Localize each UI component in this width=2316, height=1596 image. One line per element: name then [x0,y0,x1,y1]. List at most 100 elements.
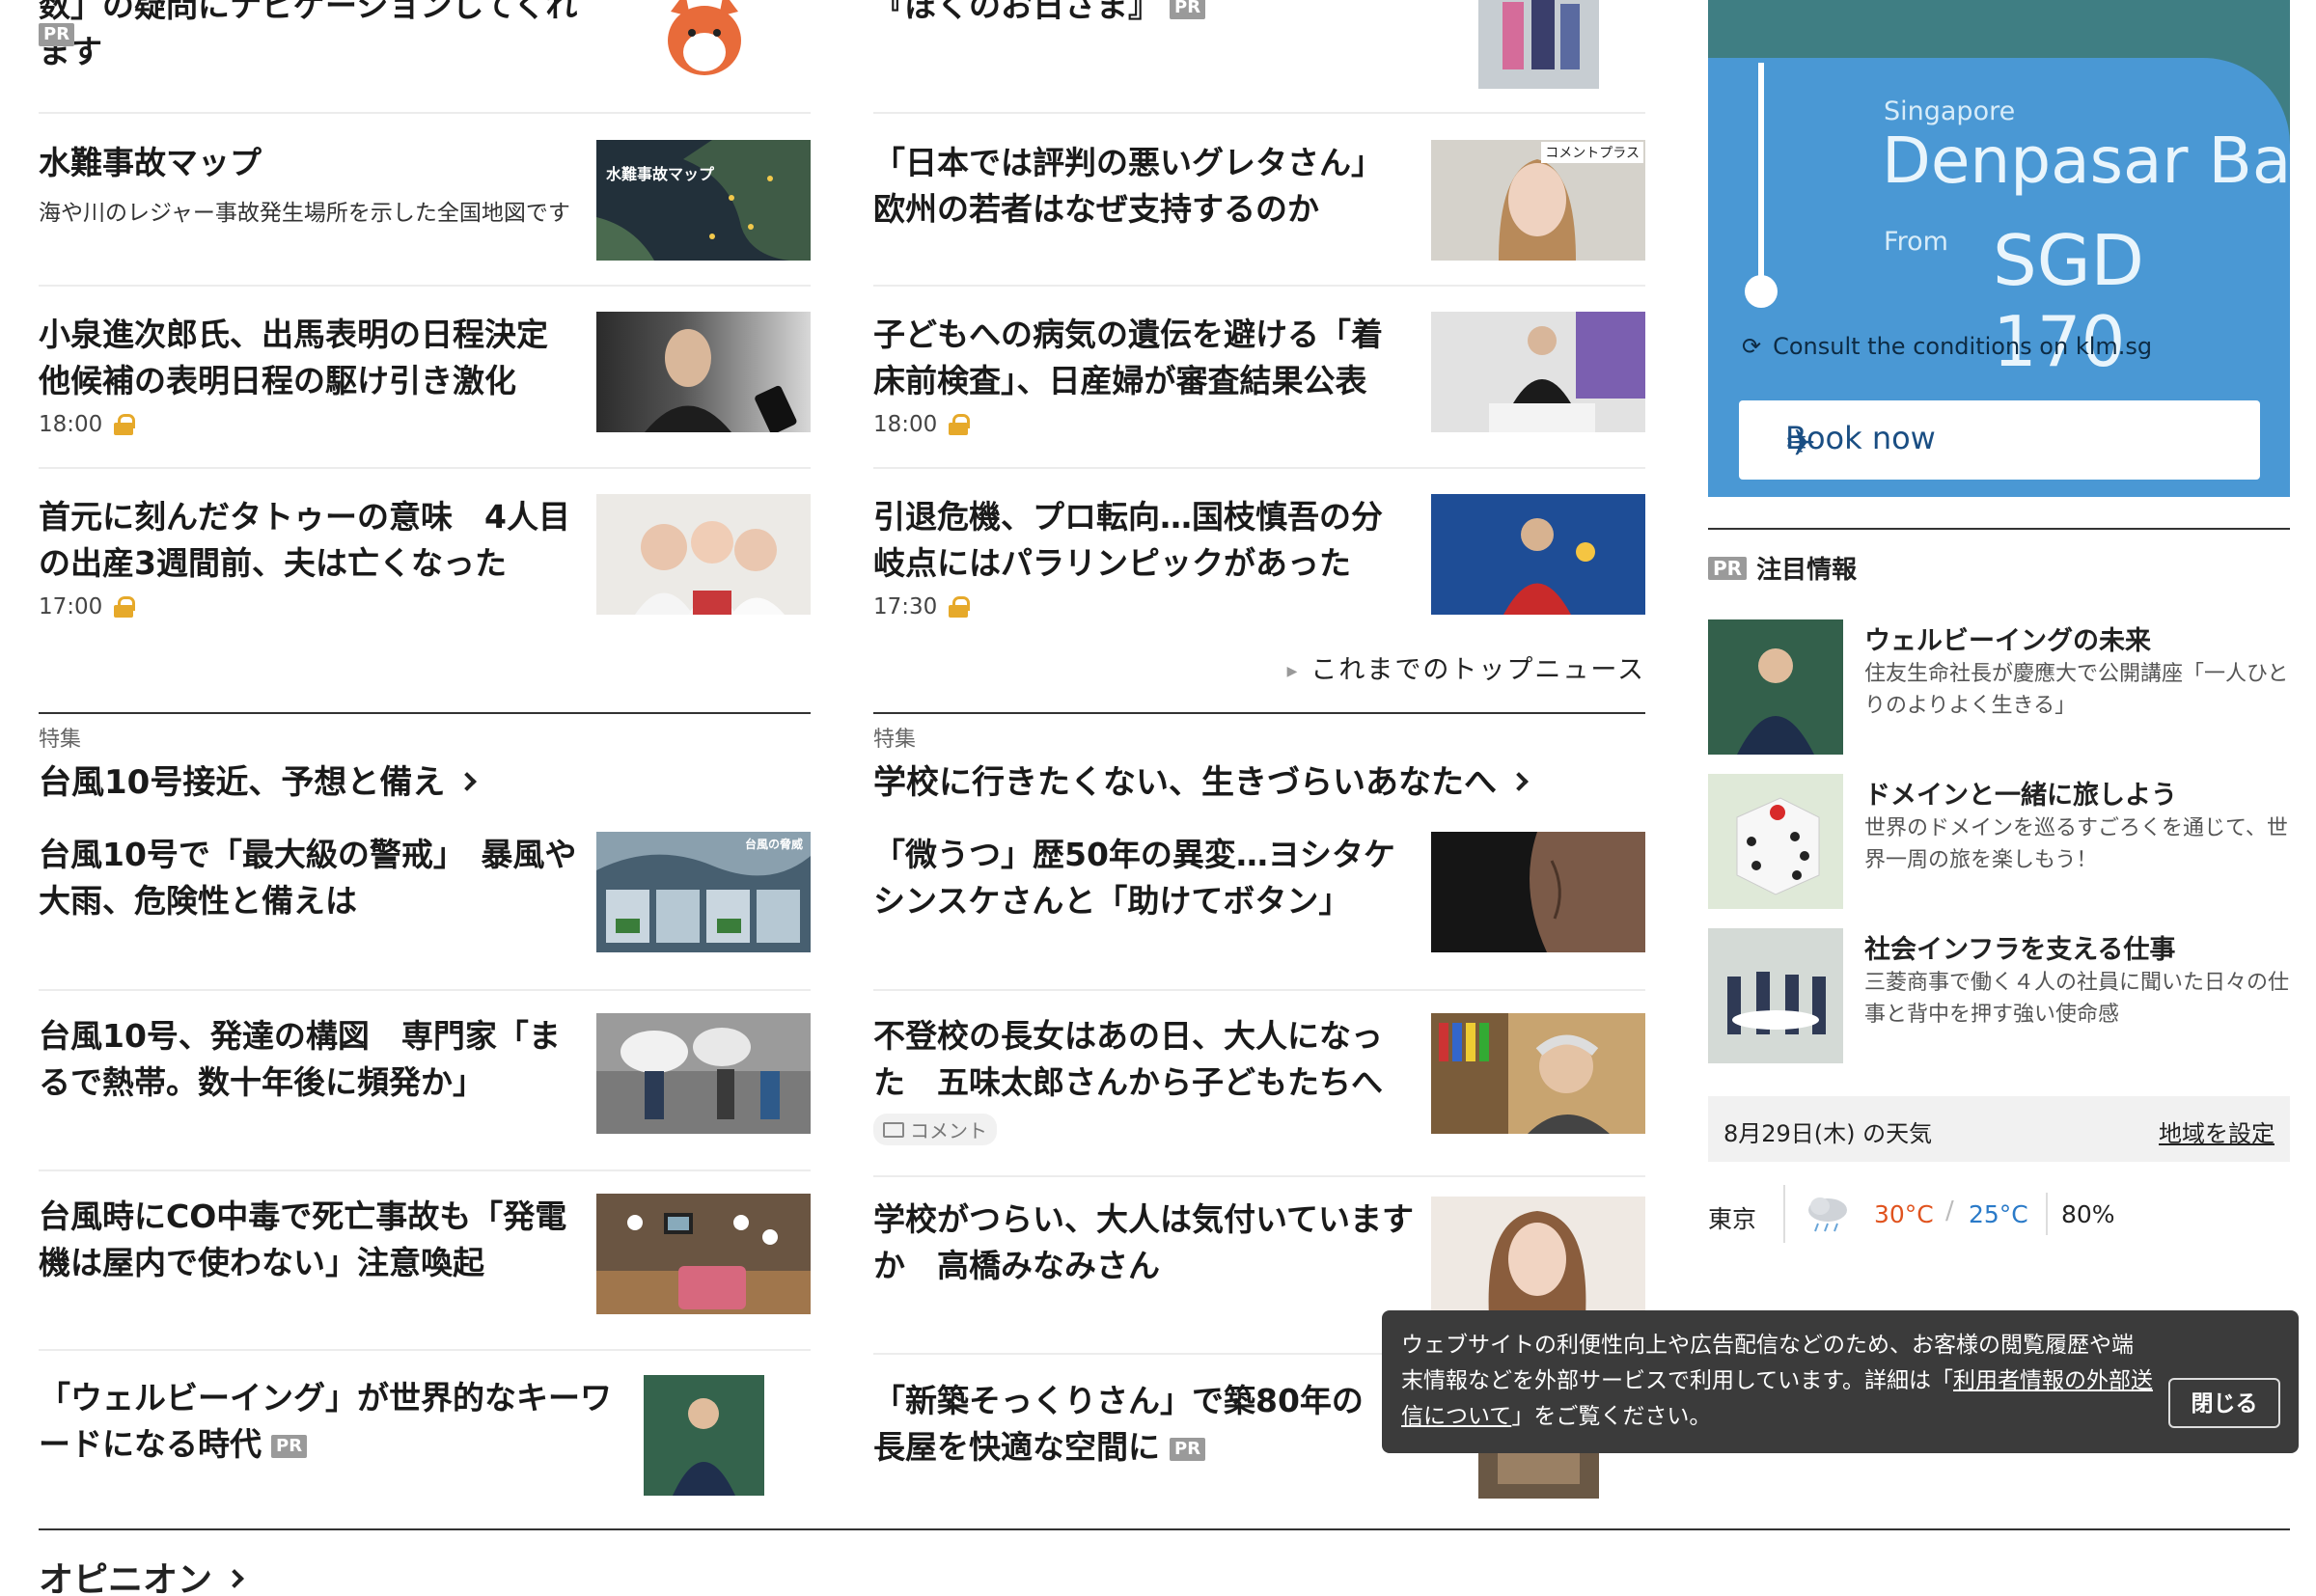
pr-item-title: ドメインと一緒に旅しよう [1864,781,2177,811]
news-title[interactable]: 『ぼくのお日さま』 PR [873,0,1414,29]
news-item[interactable]: 『ぼくのお日さま』 PR [873,0,1645,89]
section-label: 特集 [873,728,917,752]
politician-photo-thumbnail[interactable] [596,312,811,432]
news-item[interactable]: 「微うつ」歴50年の異変…ヨシタケシンスケさんと「助けてボタン」 [873,832,1645,957]
gomi-taro-photo-thumbnail[interactable] [1431,1013,1645,1134]
ad-origin: Singapore [1884,96,2016,126]
news-item[interactable]: 水難事故マップ 海や川のレジャー事故発生場所を示した全国地図です 水難事故マップ [39,140,811,275]
divider [873,285,1645,287]
divider [39,1349,811,1351]
news-item[interactable]: 子どもへの病気の遺伝を避ける「着床前検査」、日産婦が審査結果公表 18:00 [873,312,1645,442]
triangle-right-icon: ▶ [1286,663,1300,679]
top-news-more-link[interactable]: ▶ これまでのトップニュース [1287,648,1645,686]
news-time: 17:00 [39,594,103,619]
news-title[interactable]: 「微うつ」歴50年の異変…ヨシタケシンスケさんと「助けてボタン」 [873,832,1414,924]
airplane-icon: ✈ [1785,422,1816,464]
news-title[interactable]: 「日本では評判の悪いグレタさん」 欧州の若者はなぜ支持するのか [873,140,1414,233]
news-title[interactable]: 引退危機、プロ転向…国枝慎吾の分岐点にはパラリンピックがあった [873,494,1414,587]
ad-from-label: From [1884,227,1948,257]
section-label: 特集 [39,728,82,752]
temp-low: 25°C [1969,1200,2028,1228]
news-title[interactable]: 不登校の長女はあの日、大人になった 五味太郎さんから子どもたちへ [873,1013,1414,1106]
pr-badge: PR [1170,0,1206,19]
pr-item-title: ウェルビーイングの未来 [1864,626,2151,656]
opinion-section-link[interactable]: オピニオン [39,1552,244,1596]
sidebar-rule [1708,528,2290,530]
movie-poster-thumbnail[interactable] [1478,0,1599,89]
divider [873,112,1645,114]
news-title[interactable]: 水難事故マップ [39,140,579,186]
cloud-rain-icon [1803,1191,1853,1241]
news-description: 海や川のレジャー事故発生場所を示した全国地図です [39,201,570,226]
chevron-right-icon [457,771,478,791]
thumbnail-caption: 水難事故マップ [606,165,715,183]
comment-badge[interactable]: コメント [873,1114,997,1145]
set-region-link[interactable]: 地域を設定 [2159,1114,2275,1148]
ad-destination: Denpasar Bali [1882,124,2290,198]
yoshitake-portrait-thumbnail[interactable] [1431,832,1645,952]
lock-icon [949,596,971,618]
section-title-link[interactable]: 台風10号接近、予想と備え [39,756,478,803]
news-item-pr[interactable]: 「ウェルビーイング」が世界的なキーワードになる時代 PR [39,1375,811,1500]
comment-plus-badge: コメントプラス [1541,142,1643,163]
news-title[interactable]: 数」の疑問にナビゲーションしてくれます [39,0,579,75]
news-item[interactable]: 数」の疑問にナビゲーションしてくれます PR [39,0,811,79]
pr-badge: PR [1708,556,1748,580]
drowning-map-thumbnail[interactable]: 水難事故マップ [596,140,811,261]
fox-mascot-image [651,0,758,84]
kunieda-photo-thumbnail[interactable] [1431,494,1645,615]
refresh-icon: ⟳ [1742,333,1762,360]
news-title[interactable]: 台風10号で「最大級の警戒」 暴風や大雨、危険性と備えは [39,832,579,924]
press-conference-thumbnail[interactable] [1431,312,1645,432]
lock-icon [949,414,971,435]
typhoon-infographic-thumbnail[interactable]: 台風の脅威 [596,832,811,952]
news-title[interactable]: 台風10号、発達の構図 専門家「まるで熱帯。数十年後に頻発か」 [39,1013,579,1106]
divider [39,989,811,991]
news-item[interactable]: 引退危機、プロ転向…国枝慎吾の分岐点にはパラリンピックがあった 17:30 [873,494,1645,624]
family-photo-thumbnail[interactable] [596,494,811,615]
pr-item-image [1708,619,1843,755]
speaker-photo-thumbnail[interactable] [644,1375,764,1496]
news-title[interactable]: 子どもへの病気の遺伝を避ける「着床前検査」、日産婦が審査結果公表 [873,312,1414,404]
chevron-right-icon [225,1569,244,1588]
section-title-link[interactable]: 学校に行きたくない、生きづらいあなたへ [873,756,1529,803]
cookie-close-button[interactable]: 閉じる [2168,1378,2280,1428]
temp-separator: / [1945,1197,1954,1225]
divider [873,989,1645,991]
news-title[interactable]: 首元に刻んだタトゥーの意味 4人目の出産3週間前、夫は亡くなった [39,494,579,587]
weather-city: 東京 [1708,1205,1757,1233]
takahashi-portrait-thumbnail[interactable] [1431,1197,1645,1317]
news-item[interactable]: 台風10号、発達の構図 専門家「まるで熱帯。数十年後に頻発か」 [39,1013,811,1139]
comment-icon [883,1121,904,1138]
news-item[interactable]: 小泉進次郎氏、出馬表明の日程決定 他候補の表明日程の駆け引き激化 18:00 [39,312,811,442]
pr-item[interactable]: ドメインと一緒に旅しよう 世界のドメインを巡るすごろくを通じて、世界一周の旅を楽… [1708,774,2290,909]
news-item[interactable]: 学校がつらい、大人は気付いていますか 高橋みなみさん [873,1197,1645,1322]
news-title[interactable]: 台風時にCO中毒で死亡事故も「発電機は屋内で使わない」注意喚起 [39,1194,579,1286]
news-item[interactable]: 「日本では評判の悪いグレタさん」 欧州の若者はなぜ支持するのか コメントプラス [873,140,1645,275]
klm-flight-ad[interactable]: Singapore Denpasar Bali From SGD 170 ⟳ C… [1708,0,2290,497]
pr-item[interactable]: ウェルビーイングの未来 住友生命社長が慶應大で公開講座「一人ひとりのよりよく生き… [1708,619,2290,755]
pr-item-desc: 世界のドメインを巡るすごろくを通じて、世界一周の旅を楽しもう！ [1864,816,2288,872]
thumbnail-caption: 台風の脅威 [744,838,803,851]
news-time: 17:30 [873,594,938,619]
pr-item-image [1708,928,1843,1063]
news-title[interactable]: 「新築そっくりさん」で築80年の長屋を快適な空間に PR [873,1378,1394,1471]
news-item[interactable]: 台風10号で「最大級の警戒」 暴風や大雨、危険性と備えは 台風の脅威 [39,832,811,957]
greta-photo-thumbnail[interactable]: コメントプラス [1431,140,1645,261]
news-title[interactable]: 「ウェルビーイング」が世界的なキーワードになる時代 PR [39,1375,618,1468]
pr-item-image [1708,774,1843,909]
pr-item-desc: 住友生命社長が慶應大で公開講座「一人ひとりのよりよく生きる」 [1864,662,2289,718]
news-item[interactable]: 台風時にCO中毒で死亡事故も「発電機は屋内で使わない」注意喚起 [39,1194,811,1319]
pr-item[interactable]: 社会インフラを支える仕事 三菱商事で働く４人の社員に聞いた日々の仕事と背中を押す… [1708,928,2290,1063]
book-now-button[interactable]: Book now ✈ [1739,400,2260,480]
news-title[interactable]: 学校がつらい、大人は気付いていますか 高橋みなみさん [873,1197,1414,1289]
ad-conditions[interactable]: ⟳ Consult the conditions on klm.sg [1742,333,2152,360]
news-title[interactable]: 小泉進次郎氏、出馬表明の日程決定 他候補の表明日程の駆け引き激化 [39,312,580,404]
news-item[interactable]: 不登校の長女はあの日、大人になった 五味太郎さんから子どもたちへ コメント [873,1013,1645,1145]
divider [873,467,1645,469]
lock-icon [114,596,136,618]
generator-demo-thumbnail[interactable] [596,1194,811,1314]
umbrella-photo-thumbnail[interactable] [596,1013,811,1134]
divider [39,467,811,469]
news-item[interactable]: 首元に刻んだタトゥーの意味 4人目の出産3週間前、夫は亡くなった 17:00 [39,494,811,624]
